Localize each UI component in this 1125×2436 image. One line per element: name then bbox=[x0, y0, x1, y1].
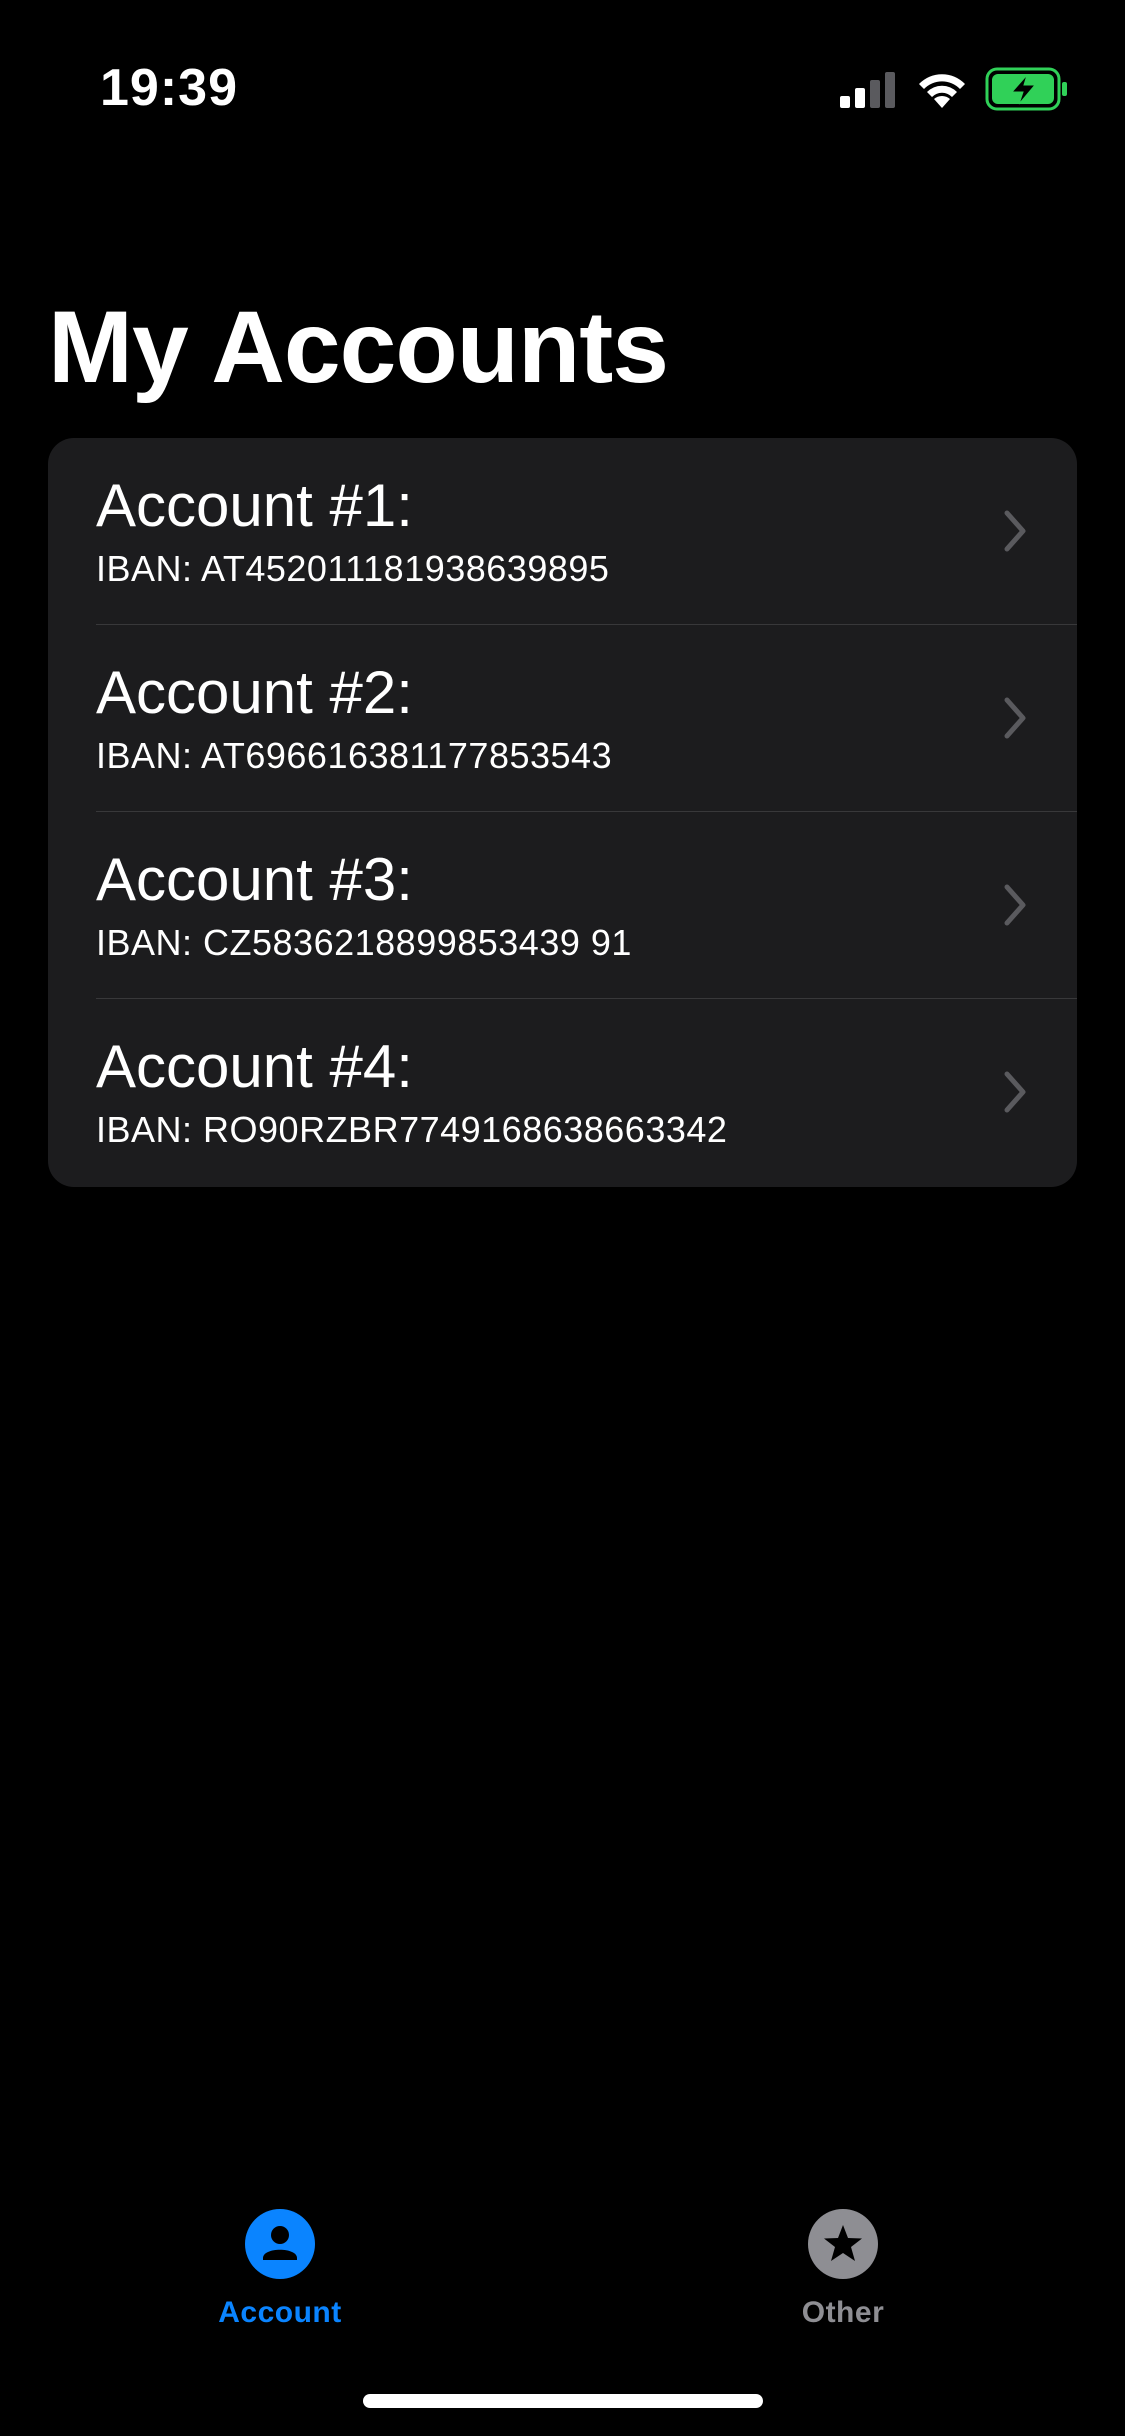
account-iban: IBAN: AT696616381177853543 bbox=[96, 735, 613, 776]
tab-account[interactable]: Account bbox=[180, 2208, 380, 2348]
tab-label: Account bbox=[218, 2296, 342, 2329]
person-circle-icon bbox=[245, 2209, 315, 2279]
account-row-2[interactable]: Account #2: IBAN: AT696616381177853543 bbox=[48, 625, 1077, 812]
battery-charging-icon bbox=[985, 67, 1067, 111]
account-name: Account #3: bbox=[96, 846, 413, 913]
status-bar: 19:39 bbox=[0, 0, 1125, 140]
account-iban: IBAN: RO90RZBR7749168638663342 bbox=[96, 1109, 728, 1150]
wifi-icon bbox=[919, 74, 965, 108]
tab-label: Other bbox=[801, 2296, 885, 2329]
account-name: Account #2: bbox=[96, 659, 413, 726]
signal-icon bbox=[840, 72, 895, 108]
home-indicator[interactable] bbox=[363, 2394, 763, 2408]
account-row-4[interactable]: Account #4: IBAN: RO90RZBR77491686386633… bbox=[48, 999, 1077, 1186]
chevron-right-icon bbox=[1004, 697, 1026, 739]
star-circle-icon bbox=[808, 2209, 878, 2279]
chevron-right-icon bbox=[1004, 884, 1026, 926]
chevron-right-icon bbox=[1004, 1071, 1026, 1113]
accounts-list: Account #1: IBAN: AT452011181938639895 A… bbox=[48, 438, 1077, 1187]
account-row-1[interactable]: Account #1: IBAN: AT452011181938639895 bbox=[48, 438, 1077, 625]
account-iban: IBAN: CZ5836218899853439 91 bbox=[96, 922, 632, 963]
tab-other[interactable]: Other bbox=[743, 2208, 943, 2348]
page-title: My Accounts bbox=[48, 290, 669, 404]
chevron-right-icon bbox=[1004, 510, 1026, 552]
account-iban: IBAN: AT452011181938639895 bbox=[96, 548, 610, 589]
account-name: Account #4: bbox=[96, 1033, 413, 1100]
status-time: 19:39 bbox=[100, 59, 238, 117]
account-row-3[interactable]: Account #3: IBAN: CZ5836218899853439 91 bbox=[48, 812, 1077, 999]
account-name: Account #1: bbox=[96, 472, 413, 539]
